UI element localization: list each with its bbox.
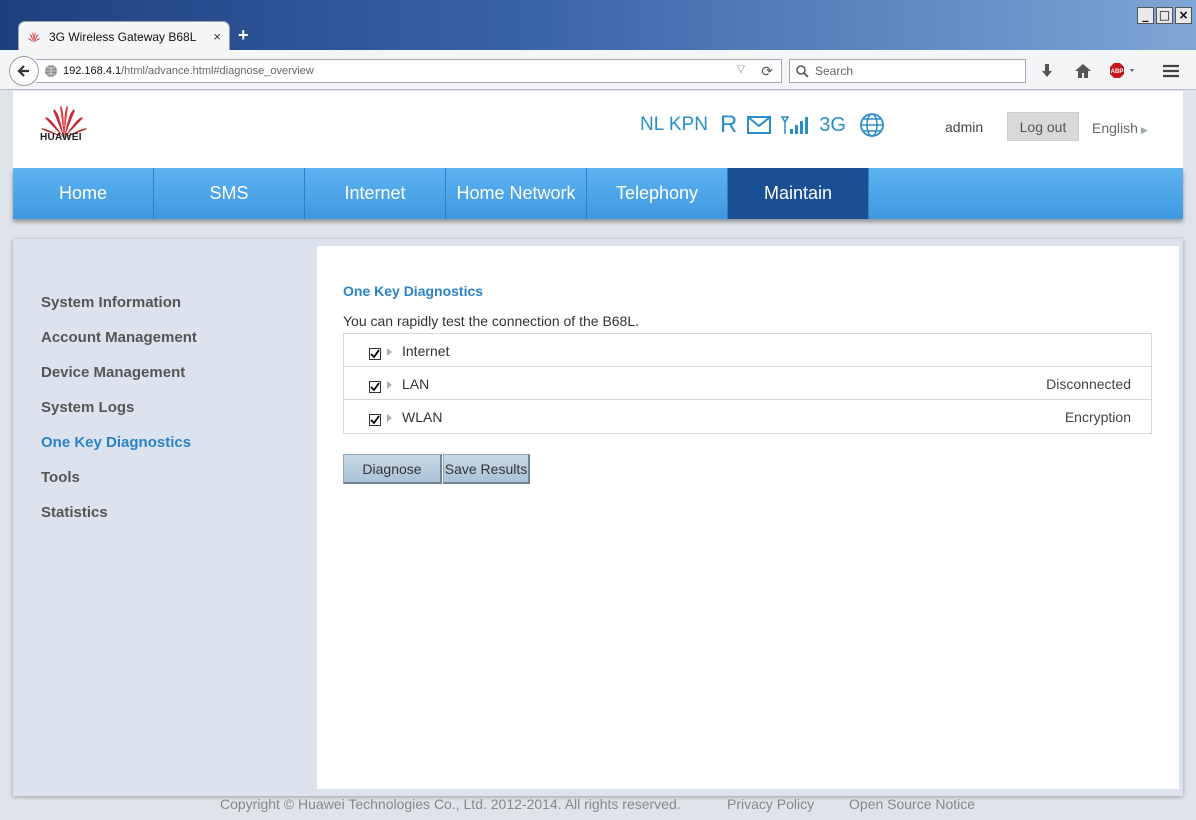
content-area: System Information Account Management De… xyxy=(13,239,1183,796)
nav-home-network[interactable]: Home Network xyxy=(446,168,587,219)
minimize-button[interactable]: _ xyxy=(1137,7,1154,24)
globe-icon xyxy=(45,65,57,77)
search-input[interactable]: Search xyxy=(789,59,1026,83)
diagnostics-row-wlan: WLAN Encryption xyxy=(344,400,1151,433)
tab-close-icon[interactable]: × xyxy=(213,29,221,44)
sidebar-item-system-logs[interactable]: System Logs xyxy=(41,399,134,416)
url-bar[interactable]: 192.168.4.1/html/advance.html#diagnose_o… xyxy=(36,59,782,83)
sidebar-item-one-key-diagnostics[interactable]: One Key Diagnostics xyxy=(41,434,191,451)
check-icon xyxy=(370,349,380,359)
sidebar-item-tools[interactable]: Tools xyxy=(41,469,80,486)
row-status: Encryption xyxy=(1064,409,1131,425)
chevron-right-icon: ▶ xyxy=(1140,125,1148,135)
language-selector[interactable]: English ▶ xyxy=(1092,120,1148,136)
row-label: WLAN xyxy=(402,409,443,425)
wlan-checkbox[interactable] xyxy=(369,414,381,426)
nav-telephony[interactable]: Telephony xyxy=(587,168,728,219)
mail-icon[interactable] xyxy=(747,116,772,134)
new-tab-button[interactable]: + xyxy=(238,25,249,46)
user-name: admin xyxy=(945,119,984,135)
url-host: 192.168.4.1 xyxy=(63,65,122,77)
nav-home[interactable]: Home xyxy=(13,168,154,219)
huawei-favicon-icon xyxy=(27,32,41,42)
main-panel: One Key Diagnostics You can rapidly test… xyxy=(317,246,1179,789)
search-icon xyxy=(796,64,809,78)
sidebar-item-device-management[interactable]: Device Management xyxy=(41,364,185,381)
back-button[interactable] xyxy=(9,56,39,86)
svg-text:ABP: ABP xyxy=(1111,69,1124,75)
internet-checkbox[interactable] xyxy=(369,348,381,360)
url-dropdown-icon[interactable]: ▽ xyxy=(737,64,745,75)
operator-name: NL KPN xyxy=(640,114,708,135)
sidebar-item-system-information[interactable]: System Information xyxy=(41,294,181,311)
reload-icon[interactable]: ⟳ xyxy=(761,63,773,80)
check-icon xyxy=(370,382,380,392)
row-label: LAN xyxy=(402,376,430,392)
download-icon[interactable] xyxy=(1035,59,1059,83)
logo-text: HUAWEI xyxy=(40,132,82,143)
adblock-icon[interactable]: ABP xyxy=(1107,59,1141,83)
globe-icon xyxy=(859,112,885,138)
main-navigation: Home SMS Internet Home Network Telephony… xyxy=(13,168,1183,219)
diagnose-button[interactable]: Diagnose xyxy=(343,454,442,484)
home-icon[interactable] xyxy=(1071,59,1095,83)
privacy-policy-link[interactable]: Privacy Policy xyxy=(727,796,814,812)
row-status: Disconnected xyxy=(1046,376,1131,392)
browser-titlebar: 3G Wireless Gateway B68L × + _ □ × xyxy=(0,0,1196,51)
window-controls: _ □ × xyxy=(1137,7,1192,24)
expand-arrow-icon[interactable] xyxy=(387,348,392,356)
search-placeholder: Search xyxy=(815,64,854,78)
signal-icon xyxy=(781,115,809,135)
url-path: /html/advance.html#diagnose_overview xyxy=(121,65,314,77)
close-window-button[interactable]: × xyxy=(1175,7,1192,24)
nav-maintain[interactable]: Maintain xyxy=(728,168,869,219)
back-arrow-icon xyxy=(17,65,29,77)
open-source-notice-link[interactable]: Open Source Notice xyxy=(849,796,975,812)
check-icon xyxy=(370,415,380,425)
router-page: HUAWEI NL KPN R 3G admin Log out English… xyxy=(0,91,1196,820)
nav-sms[interactable]: SMS xyxy=(154,168,305,219)
browser-navbar: 192.168.4.1/html/advance.html#diagnose_o… xyxy=(0,50,1196,90)
logout-button[interactable]: Log out xyxy=(1007,112,1079,141)
sidebar: System Information Account Management De… xyxy=(13,239,316,796)
sidebar-item-statistics[interactable]: Statistics xyxy=(41,504,108,521)
language-label: English xyxy=(1092,120,1138,136)
footer: Copyright © Huawei Technologies Co., Ltd… xyxy=(0,796,1196,820)
tab-title: 3G Wireless Gateway B68L xyxy=(49,29,197,44)
page-header: HUAWEI NL KPN R 3G admin Log out English… xyxy=(13,91,1183,168)
diagnostics-list: Internet LAN Disconnected WLAN Encryptio… xyxy=(343,333,1152,434)
lan-checkbox[interactable] xyxy=(369,381,381,393)
expand-arrow-icon[interactable] xyxy=(387,381,392,389)
diagnostics-row-lan: LAN Disconnected xyxy=(344,367,1151,400)
page-title: One Key Diagnostics xyxy=(343,283,484,299)
maximize-button[interactable]: □ xyxy=(1156,7,1173,24)
browser-tab[interactable]: 3G Wireless Gateway B68L × xyxy=(18,21,230,51)
diagnostics-row-internet: Internet xyxy=(344,334,1151,367)
sidebar-item-account-management[interactable]: Account Management xyxy=(41,329,197,346)
status-bar: NL KPN R 3G xyxy=(640,111,895,139)
copyright-text: Copyright © Huawei Technologies Co., Ltd… xyxy=(220,796,681,812)
network-type: 3G xyxy=(819,113,846,136)
roaming-indicator: R xyxy=(719,111,738,138)
save-results-button[interactable]: Save Results xyxy=(443,454,530,484)
menu-icon[interactable] xyxy=(1159,59,1183,83)
nav-internet[interactable]: Internet xyxy=(305,168,446,219)
row-label: Internet xyxy=(402,343,450,359)
page-description: You can rapidly test the connection of t… xyxy=(343,313,640,329)
expand-arrow-icon[interactable] xyxy=(387,414,392,422)
